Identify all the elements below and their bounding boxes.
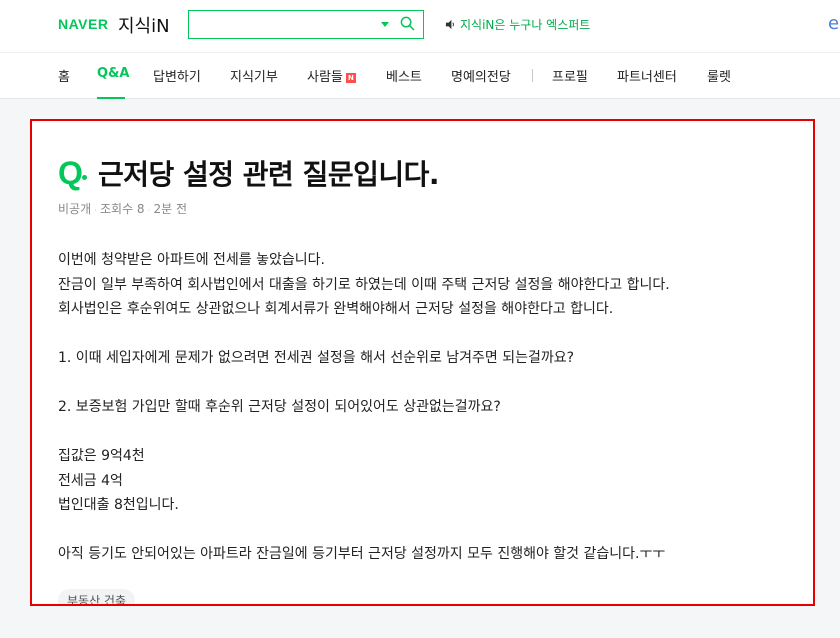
naver-logo[interactable]: NAVER	[58, 16, 108, 32]
tab-partner-center[interactable]: 파트너센터	[617, 66, 677, 85]
search-box	[188, 10, 424, 39]
new-badge: N	[345, 72, 356, 83]
category-tag[interactable]: 부동산 건축	[58, 589, 136, 604]
body-line: 전세금 4억	[58, 472, 123, 489]
body-line: 집값은 9억4천	[58, 448, 145, 464]
tab-home[interactable]: 홈	[58, 66, 70, 85]
search-input[interactable]	[193, 14, 373, 34]
body-line: 1. 이때 세입자에게 문제가 없으려면 전세권 설정을 해서 선순위로 남겨주…	[58, 350, 575, 366]
question-card: Q 근저당 설정 관련 질문입니다. 비공개 · 조회수 8 · 2분 전 이번에 청약…	[30, 119, 815, 606]
body-line: 2. 보증보험 가입만 할때 후순위 근저당 설정이 되어있어도 상관없는걸까요…	[58, 399, 501, 415]
question-body: 이번에 청약받은 아파트에 전세를 놓았습니다. 잔금이 일부 부족하여 회사법…	[58, 248, 798, 567]
question-author: 비공개	[58, 202, 92, 216]
expert-promo-link[interactable]: 지식iN은 누구나 엑스퍼트	[445, 16, 590, 33]
nav-divider	[532, 69, 533, 82]
chevron-down-icon[interactable]	[381, 22, 389, 27]
tab-qa[interactable]: Q&A	[97, 66, 129, 81]
question-meta: 비공개 · 조회수 8 · 2분 전	[58, 202, 187, 216]
top-header: NAVER 지식iN 지식iN은 누구나 엑스퍼트 e	[0, 0, 840, 52]
tab-hall-of-fame[interactable]: 명예의전당	[451, 66, 511, 85]
cropped-header-link[interactable]: e	[828, 13, 839, 34]
question-title: 근저당 설정 관련 질문입니다.	[98, 158, 440, 191]
body-line: 회사법인은 후순위여도 상관없으나 회계서류가 완벽해야해서 근저당 설정을 해…	[58, 301, 614, 317]
question-q-dot	[82, 175, 87, 180]
tab-people[interactable]: 사람들 N	[307, 66, 356, 85]
tab-profile[interactable]: 프로필	[552, 66, 588, 85]
tab-people-label: 사람들	[307, 70, 343, 85]
search-icon[interactable]	[400, 16, 415, 31]
question-q-icon: Q	[58, 155, 83, 191]
body-line: 아직 등기도 안되어있는 아파트라 잔금일에 등기부터 근저당 설정까지 모두 …	[58, 546, 666, 562]
main-nav: 홈 Q&A 답변하기 지식기부 사람들 N 베스트 명예의전당 프로필 파트너센터…	[0, 52, 840, 99]
kin-logo[interactable]: 지식iN	[118, 12, 170, 38]
tab-answer[interactable]: 답변하기	[153, 66, 201, 85]
tab-best[interactable]: 베스트	[386, 66, 422, 85]
speaker-icon	[445, 19, 454, 30]
question-views: 조회수 8	[100, 202, 145, 216]
tab-roulette[interactable]: 룰렛	[707, 66, 731, 85]
promo-text: 지식iN은 누구나 엑스퍼트	[460, 18, 591, 32]
active-tab-indicator	[97, 97, 125, 99]
body-line: 이번에 청약받은 아파트에 전세를 놓았습니다.	[58, 252, 325, 268]
tab-knowledge-donation[interactable]: 지식기부	[230, 66, 278, 85]
body-line: 법인대출 8천입니다.	[58, 497, 179, 513]
question-time: 2분 전	[153, 202, 187, 216]
body-line: 잔금이 일부 부족하여 회사법인에서 대출을 하기로 하였는데 이때 주택 근저…	[58, 276, 670, 293]
